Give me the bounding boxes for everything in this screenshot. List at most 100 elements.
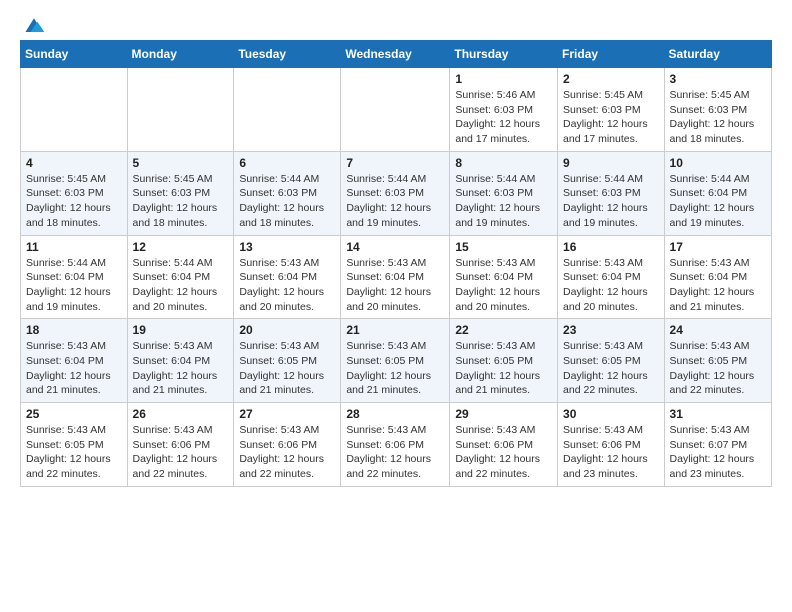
- calendar-day-cell: 4 Sunrise: 5:45 AM Sunset: 6:03 PM Daylig…: [21, 151, 128, 235]
- day-info: Sunrise: 5:43 AM Sunset: 6:04 PM Dayligh…: [563, 256, 659, 315]
- day-number: 7: [346, 156, 444, 170]
- calendar-day-cell: 28Sunrise: 5:43 AM Sunset: 6:06 PM Dayli…: [341, 403, 450, 487]
- weekday-header-wednesday: Wednesday: [341, 41, 450, 68]
- day-info: Sunrise: 5:44 AM Sunset: 6:03 PM Dayligh…: [563, 172, 659, 231]
- day-info: Sunrise: 5:43 AM Sunset: 6:06 PM Dayligh…: [563, 423, 659, 482]
- calendar-empty-cell: [341, 68, 450, 152]
- day-info: Sunrise: 5:44 AM Sunset: 6:03 PM Dayligh…: [239, 172, 335, 231]
- calendar-day-cell: 8Sunrise: 5:44 AM Sunset: 6:03 PM Daylig…: [450, 151, 558, 235]
- day-number: 18: [26, 323, 122, 337]
- day-number: 13: [239, 240, 335, 254]
- day-info: Sunrise: 5:43 AM Sunset: 6:04 PM Dayligh…: [239, 256, 335, 315]
- day-info: Sunrise: 5:43 AM Sunset: 6:04 PM Dayligh…: [670, 256, 766, 315]
- day-number: 2: [563, 72, 659, 86]
- calendar-day-cell: 6 Sunrise: 5:44 AM Sunset: 6:03 PM Daylig…: [234, 151, 341, 235]
- day-info: Sunrise: 5:44 AM Sunset: 6:04 PM Dayligh…: [670, 172, 766, 231]
- weekday-header-monday: Monday: [127, 41, 234, 68]
- day-number: 24: [670, 323, 766, 337]
- weekday-header-tuesday: Tuesday: [234, 41, 341, 68]
- day-info: Sunrise: 5:43 AM Sunset: 6:05 PM Dayligh…: [670, 339, 766, 398]
- day-info: Sunrise: 5:44 AM Sunset: 6:03 PM Dayligh…: [346, 172, 444, 231]
- calendar-day-cell: 14 Sunrise: 5:43 AM Sunset: 6:04 PM Dayli…: [341, 235, 450, 319]
- weekday-header-row: SundayMondayTuesdayWednesdayThursdayFrid…: [21, 41, 772, 68]
- day-number: 17: [670, 240, 766, 254]
- calendar-day-cell: 17 Sunrise: 5:43 AM Sunset: 6:04 PM Dayli…: [664, 235, 771, 319]
- day-info: Sunrise: 5:45 AM Sunset: 6:03 PM Dayligh…: [563, 88, 659, 147]
- day-number: 29: [455, 407, 552, 421]
- day-info: Sunrise: 5:45 AM Sunset: 6:03 PM Dayligh…: [26, 172, 122, 231]
- day-info: Sunrise: 5:46 AM Sunset: 6:03 PM Dayligh…: [455, 88, 552, 147]
- calendar-day-cell: 7 Sunrise: 5:44 AM Sunset: 6:03 PM Daylig…: [341, 151, 450, 235]
- day-number: 21: [346, 323, 444, 337]
- day-info: Sunrise: 5:44 AM Sunset: 6:03 PM Dayligh…: [455, 172, 552, 231]
- day-info: Sunrise: 5:43 AM Sunset: 6:06 PM Dayligh…: [133, 423, 229, 482]
- day-info: Sunrise: 5:43 AM Sunset: 6:05 PM Dayligh…: [455, 339, 552, 398]
- day-info: Sunrise: 5:43 AM Sunset: 6:05 PM Dayligh…: [346, 339, 444, 398]
- calendar-empty-cell: [21, 68, 128, 152]
- day-number: 20: [239, 323, 335, 337]
- day-info: Sunrise: 5:43 AM Sunset: 6:06 PM Dayligh…: [346, 423, 444, 482]
- logo: [20, 16, 46, 32]
- day-number: 31: [670, 407, 766, 421]
- calendar-day-cell: 2 Sunrise: 5:45 AM Sunset: 6:03 PM Daylig…: [558, 68, 665, 152]
- calendar-day-cell: 9 Sunrise: 5:44 AM Sunset: 6:03 PM Daylig…: [558, 151, 665, 235]
- calendar-week-row: 1 Sunrise: 5:46 AM Sunset: 6:03 PM Daylig…: [21, 68, 772, 152]
- calendar-day-cell: 5 Sunrise: 5:45 AM Sunset: 6:03 PM Daylig…: [127, 151, 234, 235]
- calendar-week-row: 4 Sunrise: 5:45 AM Sunset: 6:03 PM Daylig…: [21, 151, 772, 235]
- day-number: 3: [670, 72, 766, 86]
- calendar-day-cell: 21 Sunrise: 5:43 AM Sunset: 6:05 PM Dayli…: [341, 319, 450, 403]
- calendar-day-cell: 24 Sunrise: 5:43 AM Sunset: 6:05 PM Dayli…: [664, 319, 771, 403]
- calendar-day-cell: 19 Sunrise: 5:43 AM Sunset: 6:04 PM Dayli…: [127, 319, 234, 403]
- weekday-header-thursday: Thursday: [450, 41, 558, 68]
- day-info: Sunrise: 5:43 AM Sunset: 6:06 PM Dayligh…: [239, 423, 335, 482]
- day-number: 16: [563, 240, 659, 254]
- day-number: 5: [133, 156, 229, 170]
- weekday-header-sunday: Sunday: [21, 41, 128, 68]
- calendar-empty-cell: [127, 68, 234, 152]
- day-info: Sunrise: 5:43 AM Sunset: 6:05 PM Dayligh…: [563, 339, 659, 398]
- day-number: 4: [26, 156, 122, 170]
- day-info: Sunrise: 5:45 AM Sunset: 6:03 PM Dayligh…: [670, 88, 766, 147]
- page: SundayMondayTuesdayWednesdayThursdayFrid…: [0, 0, 792, 503]
- calendar-day-cell: 25 Sunrise: 5:43 AM Sunset: 6:05 PM Dayli…: [21, 403, 128, 487]
- calendar-week-row: 18 Sunrise: 5:43 AM Sunset: 6:04 PM Dayli…: [21, 319, 772, 403]
- day-info: Sunrise: 5:43 AM Sunset: 6:04 PM Dayligh…: [26, 339, 122, 398]
- calendar-day-cell: 31Sunrise: 5:43 AM Sunset: 6:07 PM Dayli…: [664, 403, 771, 487]
- day-info: Sunrise: 5:43 AM Sunset: 6:06 PM Dayligh…: [455, 423, 552, 482]
- day-info: Sunrise: 5:44 AM Sunset: 6:04 PM Dayligh…: [26, 256, 122, 315]
- day-number: 9: [563, 156, 659, 170]
- day-info: Sunrise: 5:43 AM Sunset: 6:04 PM Dayligh…: [346, 256, 444, 315]
- day-number: 10: [670, 156, 766, 170]
- day-number: 6: [239, 156, 335, 170]
- calendar-day-cell: 23 Sunrise: 5:43 AM Sunset: 6:05 PM Dayli…: [558, 319, 665, 403]
- calendar-day-cell: 22 Sunrise: 5:43 AM Sunset: 6:05 PM Dayli…: [450, 319, 558, 403]
- day-info: Sunrise: 5:43 AM Sunset: 6:04 PM Dayligh…: [455, 256, 552, 315]
- day-number: 19: [133, 323, 229, 337]
- calendar-day-cell: 16 Sunrise: 5:43 AM Sunset: 6:04 PM Dayli…: [558, 235, 665, 319]
- day-number: 27: [239, 407, 335, 421]
- header: [20, 16, 772, 32]
- calendar-day-cell: 1 Sunrise: 5:46 AM Sunset: 6:03 PM Daylig…: [450, 68, 558, 152]
- weekday-header-friday: Friday: [558, 41, 665, 68]
- day-info: Sunrise: 5:43 AM Sunset: 6:05 PM Dayligh…: [26, 423, 122, 482]
- calendar-day-cell: 11Sunrise: 5:44 AM Sunset: 6:04 PM Dayli…: [21, 235, 128, 319]
- calendar-day-cell: 27 Sunrise: 5:43 AM Sunset: 6:06 PM Dayli…: [234, 403, 341, 487]
- day-info: Sunrise: 5:44 AM Sunset: 6:04 PM Dayligh…: [133, 256, 229, 315]
- day-number: 15: [455, 240, 552, 254]
- day-number: 22: [455, 323, 552, 337]
- day-number: 1: [455, 72, 552, 86]
- day-number: 25: [26, 407, 122, 421]
- day-info: Sunrise: 5:43 AM Sunset: 6:04 PM Dayligh…: [133, 339, 229, 398]
- calendar-day-cell: 20Sunrise: 5:43 AM Sunset: 6:05 PM Dayli…: [234, 319, 341, 403]
- calendar-day-cell: 30 Sunrise: 5:43 AM Sunset: 6:06 PM Dayli…: [558, 403, 665, 487]
- calendar-day-cell: 10 Sunrise: 5:44 AM Sunset: 6:04 PM Dayli…: [664, 151, 771, 235]
- day-number: 14: [346, 240, 444, 254]
- calendar-day-cell: 13 Sunrise: 5:43 AM Sunset: 6:04 PM Dayli…: [234, 235, 341, 319]
- day-number: 30: [563, 407, 659, 421]
- day-info: Sunrise: 5:45 AM Sunset: 6:03 PM Dayligh…: [133, 172, 229, 231]
- calendar-day-cell: 15 Sunrise: 5:43 AM Sunset: 6:04 PM Dayli…: [450, 235, 558, 319]
- day-number: 23: [563, 323, 659, 337]
- logo-icon: [22, 16, 46, 36]
- calendar-day-cell: 26Sunrise: 5:43 AM Sunset: 6:06 PM Dayli…: [127, 403, 234, 487]
- weekday-header-saturday: Saturday: [664, 41, 771, 68]
